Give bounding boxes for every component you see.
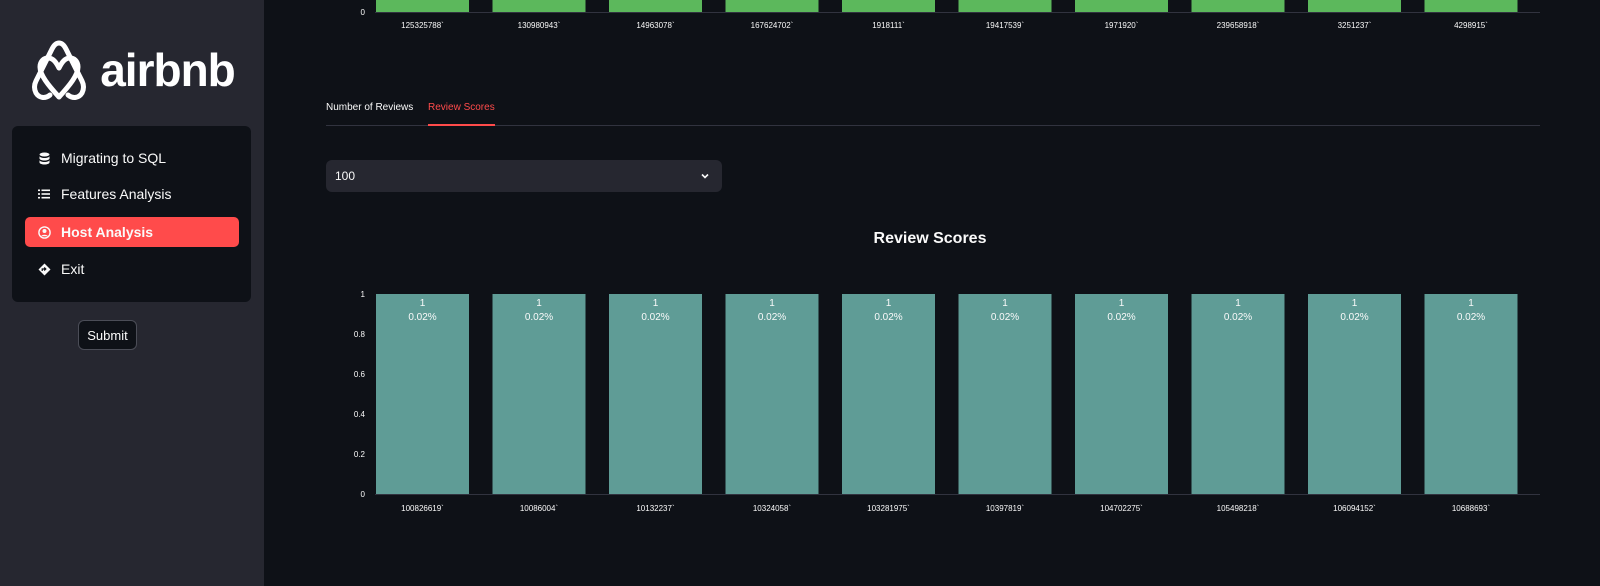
bar-value-label: 1: [420, 298, 426, 309]
y-tick-label: 0.6: [354, 370, 366, 379]
bar: [725, 0, 819, 12]
bar-value-label: 1: [1119, 298, 1125, 309]
bar-value-label: 1: [1468, 298, 1474, 309]
x-tick-label: 125325788`: [401, 21, 444, 30]
bar: [1191, 294, 1285, 494]
bar-percent-label: 0.02%: [525, 312, 553, 323]
x-tick-label: 239658918`: [1217, 21, 1260, 30]
bar-percent-label: 0.02%: [1107, 312, 1135, 323]
chart-title: Review Scores: [874, 230, 987, 247]
x-tick-label: 10688693`: [1452, 504, 1491, 513]
x-tick-label: 10397819`: [986, 504, 1025, 513]
x-tick-label: 3251237`: [1338, 21, 1372, 30]
host-select-dropdown[interactable]: 100: [326, 160, 722, 192]
x-tick-label: 130980943`: [518, 21, 561, 30]
bar: [958, 294, 1052, 494]
bar-percent-label: 0.02%: [641, 312, 669, 323]
top-bar-chart: 0 125325788` 130980943` 14963078` 167624702`…: [361, 0, 1540, 30]
bar-value-label: 1: [1235, 298, 1241, 309]
tab-number-of-reviews[interactable]: Number of Reviews: [326, 96, 413, 125]
x-tick-label: 100826619`: [401, 504, 444, 513]
bar-percent-label: 0.02%: [1224, 312, 1252, 323]
tab-review-scores[interactable]: Review Scores: [428, 96, 495, 126]
bar-percent-label: 0.02%: [758, 312, 786, 323]
y-tick-label: 1: [361, 290, 366, 299]
bar: [492, 0, 586, 12]
bar: [376, 0, 469, 12]
x-tick-label: 4298915`: [1454, 21, 1488, 30]
bar: [1308, 0, 1401, 12]
bar: [1424, 294, 1518, 494]
bar-percent-label: 0.02%: [874, 312, 902, 323]
bar: [376, 294, 469, 494]
x-tick-label: 19417539`: [986, 21, 1025, 30]
review-scores-chart: Review Scores 0 0.2 0.4 0.6 0.8 1 1 0.02% 100826…: [354, 230, 1540, 513]
bar-value-label: 1: [536, 298, 542, 309]
x-tick-label: 14963078`: [636, 21, 675, 30]
bar: [1075, 294, 1168, 494]
y-tick-label: 0: [361, 8, 366, 17]
chevron-down-icon: [701, 173, 709, 179]
x-tick-label: 103281975`: [867, 504, 910, 513]
y-tick-label: 0: [361, 490, 366, 499]
x-tick-label: 167624702`: [751, 21, 794, 30]
bar-value-label: 1: [653, 298, 659, 309]
bar-percent-label: 0.02%: [1457, 312, 1485, 323]
bar: [1191, 0, 1285, 12]
bar: [725, 294, 819, 494]
select-value: 100: [335, 169, 356, 183]
x-tick-label: 105498218`: [1217, 504, 1260, 513]
y-tick-label: 0.8: [354, 330, 366, 339]
x-tick-label: 10324058`: [753, 504, 792, 513]
bar: [958, 0, 1052, 12]
y-tick-label: 0.4: [354, 410, 366, 419]
x-tick-label: 104702275`: [1100, 504, 1143, 513]
bar: [1308, 294, 1401, 494]
bar-value-label: 1: [769, 298, 775, 309]
tab-bar: Number of Reviews Review Scores: [326, 96, 1540, 126]
bar-value-label: 1: [1352, 298, 1358, 309]
x-tick-label: 10132237`: [636, 504, 675, 513]
bar: [492, 294, 586, 494]
x-tick-label: 1971920`: [1105, 21, 1139, 30]
bar: [609, 0, 702, 12]
bar-percent-label: 0.02%: [991, 312, 1019, 323]
charts-area: 0 125325788` 130980943` 14963078` 167624702`…: [354, 0, 1540, 513]
x-tick-label: 1918111`: [872, 21, 905, 30]
bar-percent-label: 0.02%: [408, 312, 436, 323]
bar-value-label: 1: [886, 298, 892, 309]
bar: [842, 294, 935, 494]
bar-percent-label: 0.02%: [1340, 312, 1368, 323]
bar: [1075, 0, 1168, 12]
bar-value-label: 1: [1002, 298, 1008, 309]
bar: [842, 0, 935, 12]
x-tick-label: 10086004`: [520, 504, 559, 513]
bar: [609, 294, 702, 494]
y-tick-label: 0.2: [354, 450, 366, 459]
x-tick-label: 106094152`: [1333, 504, 1376, 513]
bar: [1424, 0, 1518, 12]
